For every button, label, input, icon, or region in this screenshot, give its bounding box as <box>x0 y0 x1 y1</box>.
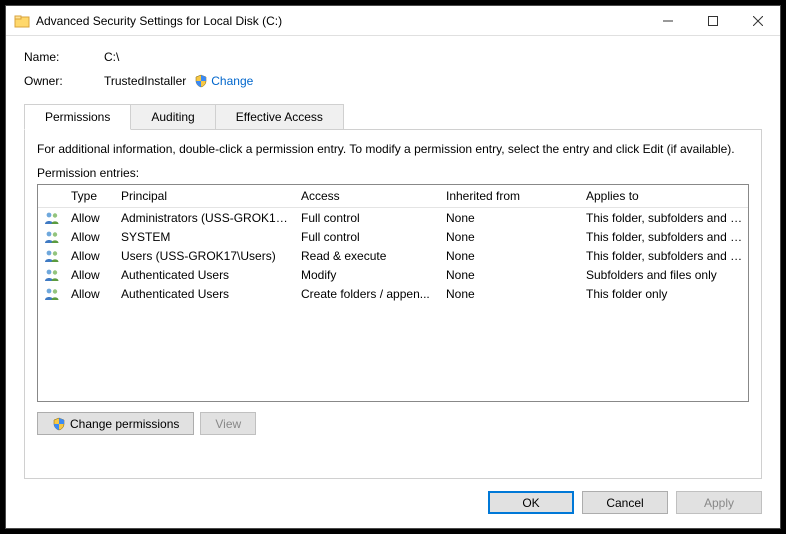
cell-principal: Users (USS-GROK17\Users) <box>116 248 296 264</box>
cell-principal: Administrators (USS-GROK17\... <box>116 210 296 226</box>
grid-body: AllowAdministrators (USS-GROK17\...Full … <box>38 208 748 303</box>
dialog-footer: OK Cancel Apply <box>6 479 780 528</box>
shield-icon <box>52 417 66 431</box>
cell-inherited: None <box>441 210 581 226</box>
cell-inherited: None <box>441 229 581 245</box>
column-principal[interactable]: Principal <box>116 185 296 207</box>
cell-principal: SYSTEM <box>116 229 296 245</box>
cell-access: Modify <box>296 267 441 283</box>
cell-applies: This folder only <box>581 286 748 302</box>
users-icon <box>38 248 66 264</box>
cell-applies: Subfolders and files only <box>581 267 748 283</box>
users-icon <box>38 267 66 283</box>
cell-access: Create folders / appen... <box>296 286 441 302</box>
users-icon <box>38 229 66 245</box>
cell-principal: Authenticated Users <box>116 286 296 302</box>
cell-type: Allow <box>66 267 116 283</box>
change-permissions-button[interactable]: Change permissions <box>37 412 194 435</box>
cell-applies: This folder, subfolders and files <box>581 248 748 264</box>
cell-type: Allow <box>66 286 116 302</box>
cell-applies: This folder, subfolders and files <box>581 210 748 226</box>
apply-button[interactable]: Apply <box>676 491 762 514</box>
minimize-button[interactable] <box>645 6 690 35</box>
cell-access: Full control <box>296 229 441 245</box>
shield-icon <box>194 74 208 88</box>
table-row[interactable]: AllowAuthenticated UsersModifyNoneSubfol… <box>38 265 748 284</box>
name-label: Name: <box>24 50 104 64</box>
change-owner-link[interactable]: Change <box>194 74 253 88</box>
table-row[interactable]: AllowUsers (USS-GROK17\Users)Read & exec… <box>38 246 748 265</box>
cancel-button[interactable]: Cancel <box>582 491 668 514</box>
column-applies[interactable]: Applies to <box>581 185 748 207</box>
change-link-label: Change <box>211 74 253 88</box>
cell-access: Read & execute <box>296 248 441 264</box>
column-inherited[interactable]: Inherited from <box>441 185 581 207</box>
owner-row: Owner: TrustedInstaller Change <box>24 74 762 88</box>
table-row[interactable]: AllowAuthenticated UsersCreate folders /… <box>38 284 748 303</box>
grid-header: Type Principal Access Inherited from App… <box>38 185 748 208</box>
cell-principal: Authenticated Users <box>116 267 296 283</box>
tab-permissions[interactable]: Permissions <box>24 104 131 130</box>
grid-buttons: Change permissions View <box>37 412 749 435</box>
cell-applies: This folder, subfolders and files <box>581 229 748 245</box>
column-access[interactable]: Access <box>296 185 441 207</box>
name-row: Name: C:\ <box>24 50 762 64</box>
cell-inherited: None <box>441 286 581 302</box>
entries-label: Permission entries: <box>37 166 749 180</box>
users-icon <box>38 286 66 302</box>
column-icon[interactable] <box>38 185 66 207</box>
column-type[interactable]: Type <box>66 185 116 207</box>
content-area: Name: C:\ Owner: TrustedInstaller Change… <box>6 36 780 479</box>
close-button[interactable] <box>735 6 780 35</box>
view-button[interactable]: View <box>200 412 256 435</box>
tab-auditing[interactable]: Auditing <box>131 104 215 130</box>
cell-type: Allow <box>66 248 116 264</box>
folder-icon <box>14 13 30 29</box>
tab-panel-permissions: For additional information, double-click… <box>24 129 762 479</box>
ok-button[interactable]: OK <box>488 491 574 514</box>
table-row[interactable]: AllowAdministrators (USS-GROK17\...Full … <box>38 208 748 227</box>
cell-inherited: None <box>441 267 581 283</box>
cell-inherited: None <box>441 248 581 264</box>
window-controls <box>645 6 780 35</box>
change-permissions-label: Change permissions <box>70 417 179 431</box>
titlebar: Advanced Security Settings for Local Dis… <box>6 6 780 36</box>
maximize-button[interactable] <box>690 6 735 35</box>
tab-strip: Permissions Auditing Effective Access <box>24 104 762 129</box>
owner-value: TrustedInstaller <box>104 74 186 88</box>
cell-access: Full control <box>296 210 441 226</box>
table-row[interactable]: AllowSYSTEMFull controlNoneThis folder, … <box>38 227 748 246</box>
security-dialog: Advanced Security Settings for Local Dis… <box>5 5 781 529</box>
cell-type: Allow <box>66 210 116 226</box>
info-text: For additional information, double-click… <box>37 142 749 156</box>
owner-label: Owner: <box>24 74 104 88</box>
tab-effective-access[interactable]: Effective Access <box>216 104 344 130</box>
users-icon <box>38 210 66 226</box>
cell-type: Allow <box>66 229 116 245</box>
permission-entries-grid[interactable]: Type Principal Access Inherited from App… <box>37 184 749 402</box>
name-value: C:\ <box>104 50 119 64</box>
window-title: Advanced Security Settings for Local Dis… <box>36 14 645 28</box>
